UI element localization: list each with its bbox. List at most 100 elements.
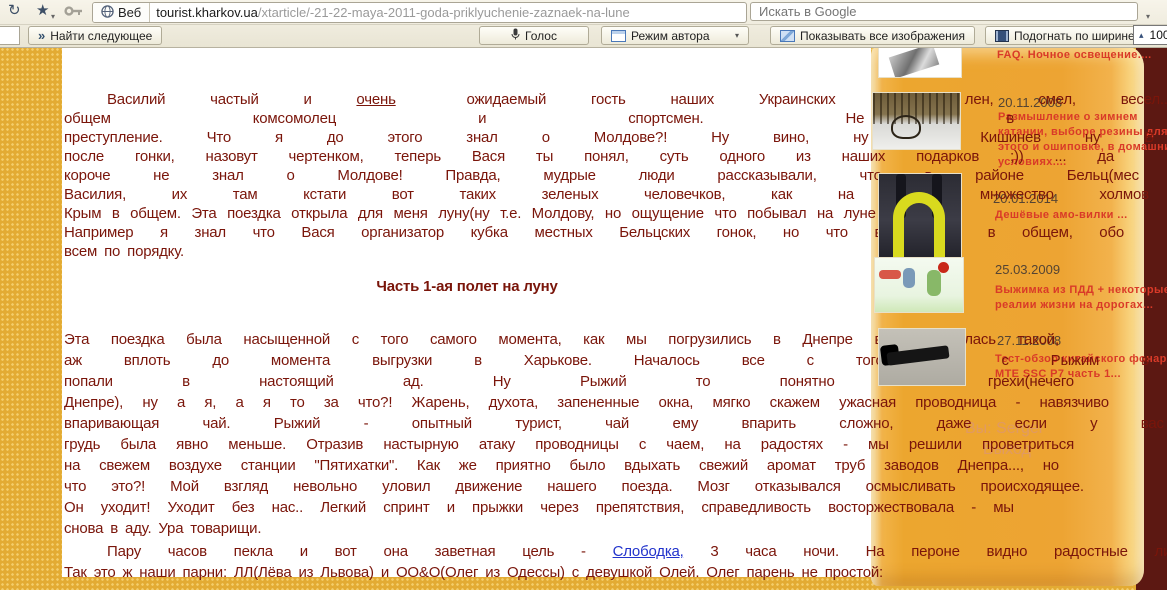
word: гонки,: [135, 147, 175, 166]
search-input[interactable]: [750, 2, 1138, 21]
word: отказывался: [755, 476, 841, 497]
word: Эта: [191, 204, 216, 223]
text-line: ВасилийчастыйиоченьожидаемыйгостьнашихУк…: [64, 90, 1167, 109]
text-line: насвежемвоздухестанции"Пятихатки".Какжеп…: [64, 455, 1059, 476]
zoom-up-icon[interactable]: ▴: [1139, 30, 1144, 41]
word: труб: [835, 455, 866, 476]
article-body: ВасилийчастыйиоченьожидаемыйгостьнашихУк…: [64, 90, 1164, 583]
word: то: [696, 371, 711, 392]
word: -: [581, 541, 586, 562]
word: меня: [393, 204, 427, 223]
word: чаем,: [666, 434, 704, 455]
word: с: [1001, 350, 1008, 371]
word: Легкий: [320, 497, 366, 518]
word: таких: [459, 185, 496, 204]
word: из: [796, 147, 811, 166]
word: понял,: [584, 147, 629, 166]
word: спортсмен.: [628, 109, 703, 128]
word: люди: [639, 166, 675, 185]
word: приятно: [496, 455, 551, 476]
word: частый: [210, 90, 259, 109]
thumbnail-light-part[interactable]: [878, 47, 962, 78]
word: момента: [271, 350, 330, 371]
word: понятно: [780, 371, 835, 392]
word: вино,: [773, 128, 809, 147]
browser-window: ↻ ★ ▾ Веб tourist.kharkov.ua/xtarticle/-…: [0, 0, 1167, 590]
show-images-label: Показывать все изображения: [800, 29, 965, 43]
word: "Пятихатки".: [314, 455, 398, 476]
word: движение: [455, 476, 522, 497]
word: часов: [168, 541, 207, 562]
thumbnail-suspension-fork[interactable]: [878, 173, 962, 259]
article-link[interactable]: Слободка,: [613, 541, 684, 562]
word: поездка: [227, 204, 281, 223]
word: а: [235, 392, 243, 413]
text-line: преступление.ЧтоядоэтогозналоМолдове?!Ну…: [64, 128, 1154, 147]
word: одного: [719, 147, 765, 166]
word: Началось: [634, 350, 700, 371]
thumbnail-cyclists-cartoon[interactable]: [874, 257, 964, 313]
text-line: Василия,ихтамкстативоттакихзеленыхчелове…: [64, 185, 1149, 204]
word: если: [1015, 413, 1047, 434]
voice-button[interactable]: Голос: [479, 26, 589, 45]
word: и: [300, 541, 308, 562]
word: вот: [392, 185, 414, 204]
word: на: [838, 185, 854, 204]
word: ночи.: [803, 541, 839, 562]
word: короче: [64, 166, 110, 185]
word: открыла: [291, 204, 347, 223]
word: погрузились: [668, 329, 751, 350]
author-mode-button[interactable]: Режим автора ▾: [601, 26, 749, 45]
text-line: Онуходит!Уходитбезнас..Легкийспринтипрыж…: [64, 497, 1014, 518]
word: чай.: [202, 413, 230, 434]
text-line: впаривающаячай.Рыжий-опытныйтурист,чайем…: [64, 413, 1164, 434]
word: знал: [195, 223, 226, 242]
text-line: Крымвобщем.Этапоездкаоткрыладляменялуну(…: [64, 204, 876, 223]
word: мы: [993, 497, 1014, 518]
address-text[interactable]: tourist.kharkov.ua/xtarticle/-21-22-maya…: [150, 5, 636, 20]
thumbnail-winter-bike[interactable]: [872, 92, 961, 150]
author-mode-dropdown-icon[interactable]: ▾: [735, 31, 739, 40]
zoom-control[interactable]: ▴ 100: [1133, 25, 1167, 45]
find-input[interactable]: [0, 26, 20, 45]
word: настоящий: [259, 371, 334, 392]
word: до: [327, 128, 344, 147]
word: радостях: [761, 434, 823, 455]
sidebar-link[interactable]: FAQ. Ночное освещение....: [997, 48, 1152, 63]
word: мы: [868, 434, 889, 455]
word: что: [64, 476, 86, 497]
word: гость: [591, 90, 626, 109]
sentence: всем по порядку.: [64, 243, 184, 260]
thumbnail-flashlight[interactable]: [878, 328, 966, 386]
word: без: [232, 497, 255, 518]
address-bar[interactable]: Веб tourist.kharkov.ua/xtarticle/-21-22-…: [92, 2, 747, 23]
web-badge[interactable]: Веб: [93, 3, 150, 22]
article-heading: Часть 1-ая полет на луну: [64, 277, 870, 296]
image-icon: [780, 30, 795, 42]
reload-icon[interactable]: ↻: [8, 2, 21, 20]
word: как: [771, 185, 792, 204]
word: в: [988, 223, 996, 242]
word: Бельц(мес: [1067, 166, 1139, 185]
show-images-button[interactable]: Показывать все изображения: [770, 26, 975, 45]
find-next-button[interactable]: » Найти следующее: [28, 26, 162, 45]
word: до: [212, 350, 229, 371]
word: для: [358, 204, 383, 223]
word: кубка: [471, 223, 508, 242]
zoom-value: 100: [1150, 28, 1167, 42]
word: навязчиво: [1039, 392, 1108, 413]
fit-width-button[interactable]: Подогнать по ширине: [985, 26, 1145, 45]
word: Жарень,: [412, 392, 470, 413]
word: Не: [845, 109, 864, 128]
word: на: [64, 455, 80, 476]
fit-width-label: Подогнать по ширине: [1014, 29, 1135, 43]
word: теперь: [395, 147, 441, 166]
word: рассказывали,: [717, 166, 816, 185]
wand-key-icon[interactable]: [64, 4, 84, 22]
bookmark-star-icon[interactable]: ★: [36, 2, 49, 20]
word: луне: [844, 204, 876, 223]
word: ощущение: [632, 204, 704, 223]
address-domain: tourist.kharkov.ua: [156, 5, 258, 20]
word: но: [783, 223, 799, 242]
fit-width-icon: [995, 30, 1009, 42]
